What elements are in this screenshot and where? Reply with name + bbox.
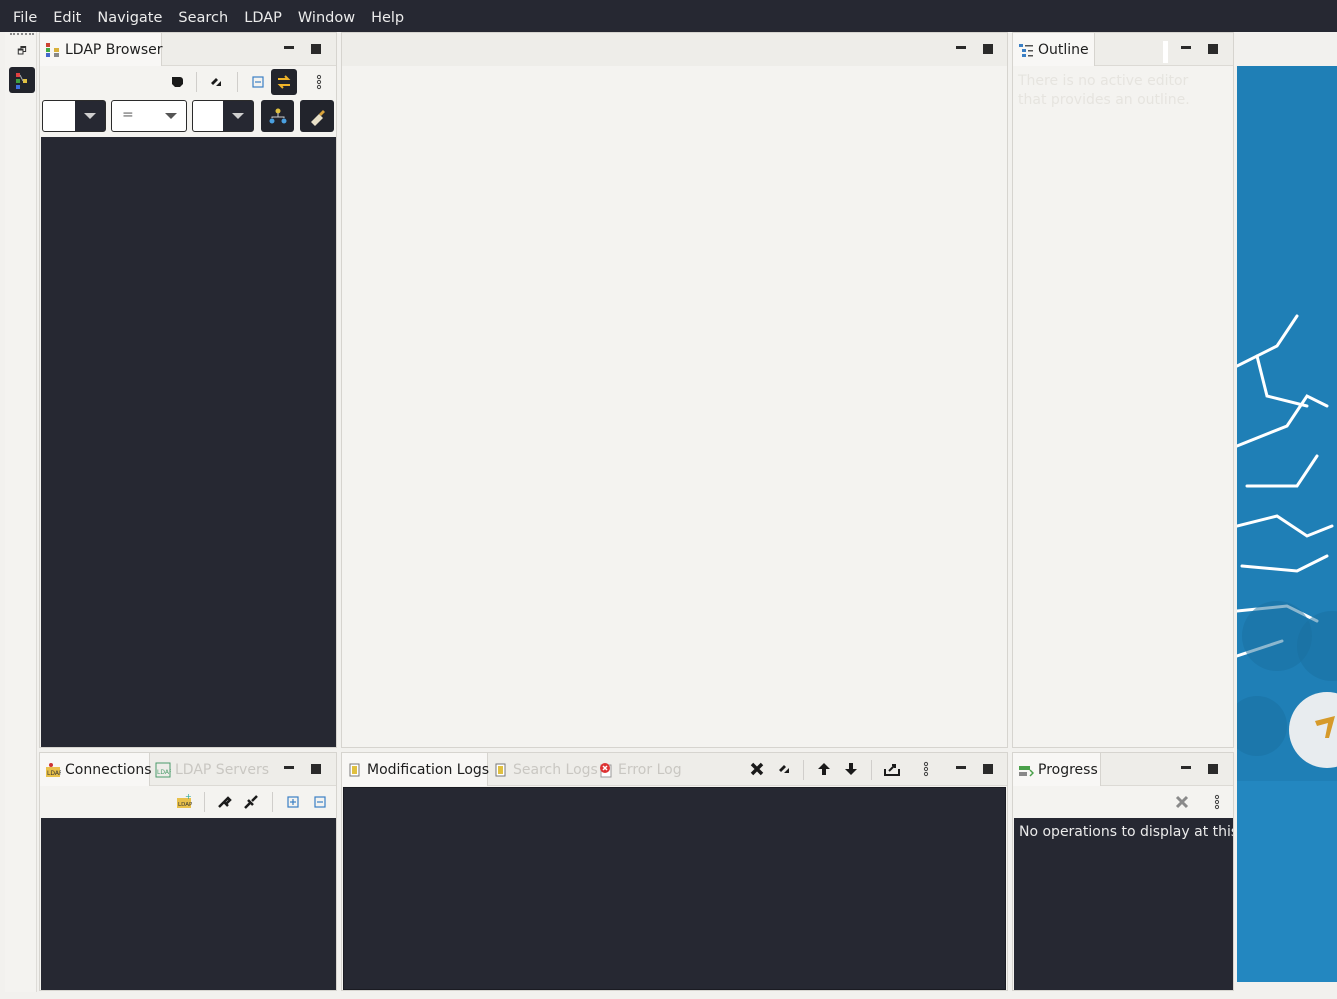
outline-empty-message: There is no active editor that provides … [1018, 73, 1190, 108]
tab-ldap-servers[interactable]: LDAP LDAP Servers [150, 753, 274, 786]
connections-icon: LDAP [45, 762, 63, 778]
maximize-icon[interactable] [309, 762, 323, 776]
modification-logs-content[interactable] [343, 787, 1006, 990]
maximize-icon[interactable] [981, 42, 995, 56]
open-connection-icon[interactable] [211, 789, 237, 815]
tab-outline[interactable]: Outline [1013, 33, 1095, 66]
remove-all-finished-icon[interactable] [1169, 789, 1195, 815]
editor-area [341, 32, 1008, 748]
menu-file[interactable]: File [5, 0, 45, 32]
tree-graphic [1237, 314, 1337, 768]
menu-edit[interactable]: Edit [45, 0, 89, 32]
view-menu-icon[interactable] [913, 756, 939, 782]
collapse-all-icon[interactable] [307, 789, 333, 815]
refresh-icon[interactable] [203, 69, 229, 95]
chevron-down-icon[interactable] [223, 101, 253, 131]
minimize-icon[interactable] [282, 762, 296, 776]
svg-text:LDAP: LDAP [47, 770, 61, 777]
desktop-wallpaper [1237, 66, 1337, 982]
outline-icon [1018, 42, 1034, 58]
progress-empty-message: No operations to display at this time. [1019, 824, 1233, 840]
back-icon[interactable] [164, 69, 190, 95]
ldap-perspective-icon[interactable] [9, 67, 35, 93]
arrow-up-icon[interactable] [811, 756, 837, 782]
search-logs-icon [493, 762, 509, 778]
link-with-editor-icon[interactable] [271, 69, 297, 95]
maximize-icon[interactable] [1206, 762, 1220, 776]
minimize-icon[interactable] [1179, 42, 1193, 56]
ldap-browser-icon [45, 42, 61, 58]
left-trim-bar: 🗗 [5, 32, 37, 992]
maximize-icon[interactable] [1206, 42, 1220, 56]
chevron-down-icon[interactable] [75, 101, 105, 131]
ldap-browser-tree[interactable] [41, 137, 336, 747]
clear-search-icon[interactable] [300, 100, 334, 132]
progress-view: Progress No operations to display at thi… [1012, 752, 1234, 991]
collapse-all-icon[interactable] [245, 69, 271, 95]
ldap-servers-icon: LDAP [155, 762, 173, 778]
svg-text:LDAP: LDAP [178, 802, 192, 808]
menu-navigate[interactable]: Navigate [89, 0, 170, 32]
outline-view: Outline There is no active editor that p… [1012, 32, 1234, 748]
subtree-search-icon[interactable] [261, 100, 294, 132]
new-connection-icon[interactable]: LDAP + [171, 789, 197, 815]
minimize-icon[interactable] [282, 42, 296, 56]
restore-icon[interactable]: 🗗 [14, 44, 30, 60]
ldap-browser-view: LDAP Browser = [39, 32, 337, 748]
minimize-icon[interactable] [954, 762, 968, 776]
connections-tabbar: LDAP Connections LDAP LDAP Servers [40, 753, 336, 786]
refresh-icon[interactable] [771, 756, 797, 782]
menu-ldap[interactable]: LDAP [236, 0, 290, 32]
tab-error-log[interactable]: Error Log [593, 753, 687, 786]
view-menu-icon[interactable] [1204, 789, 1230, 815]
logs-view: Modification Logs Search Logs Error Log [341, 752, 1008, 991]
ldap-browser-tabbar: LDAP Browser [40, 33, 336, 66]
quick-search-value-combo[interactable] [192, 100, 254, 132]
tab-connections[interactable]: LDAP Connections [40, 753, 152, 786]
connections-view: LDAP Connections LDAP LDAP Servers LDAP + [39, 752, 337, 991]
export-icon[interactable] [879, 756, 905, 782]
view-menu-icon[interactable] [306, 69, 332, 95]
quick-search-attribute-combo[interactable] [42, 100, 106, 132]
menu-window[interactable]: Window [290, 0, 363, 32]
svg-text:LDAP: LDAP [157, 769, 171, 776]
error-log-icon [598, 762, 614, 778]
outline-tabbar: Outline [1013, 33, 1233, 66]
logs-tabbar: Modification Logs Search Logs Error Log [342, 753, 1007, 786]
maximize-icon[interactable] [309, 42, 323, 56]
menu-bar: File Edit Navigate Search LDAP Window He… [0, 0, 1337, 32]
minimize-icon[interactable] [1179, 762, 1193, 776]
modification-logs-icon [347, 762, 363, 778]
tab-ldap-browser[interactable]: LDAP Browser [40, 33, 163, 66]
progress-icon [1018, 762, 1035, 778]
tab-progress[interactable]: Progress [1013, 753, 1101, 786]
clear-log-icon[interactable] [744, 756, 770, 782]
menu-help[interactable]: Help [363, 0, 412, 32]
menu-search[interactable]: Search [170, 0, 236, 32]
close-connection-icon[interactable] [238, 789, 264, 815]
progress-tabbar: Progress [1013, 753, 1233, 786]
connections-list[interactable] [41, 818, 336, 990]
svg-text:+: + [185, 794, 192, 801]
tab-modification-logs[interactable]: Modification Logs [342, 753, 489, 786]
arrow-down-icon[interactable] [838, 756, 864, 782]
expand-all-icon[interactable] [280, 789, 306, 815]
chevron-down-icon[interactable] [156, 101, 186, 131]
minimize-icon[interactable] [954, 42, 968, 56]
tab-search-logs[interactable]: Search Logs [488, 753, 603, 786]
progress-content: No operations to display at this time. [1014, 818, 1233, 990]
quick-search-operator-combo[interactable]: = [111, 100, 187, 132]
maximize-icon[interactable] [981, 762, 995, 776]
